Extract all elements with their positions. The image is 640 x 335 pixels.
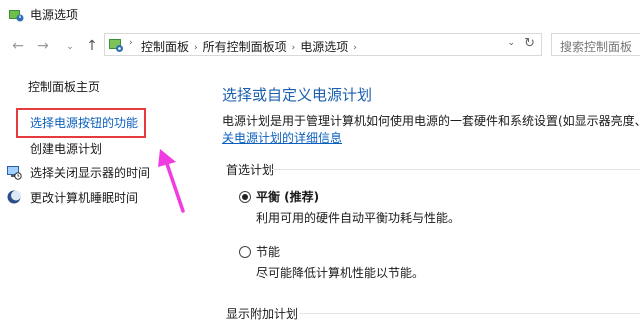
annotation-highlight-box (16, 108, 146, 138)
plan-description-power-saver: 尽可能降低计算机性能以节能。 (256, 266, 425, 280)
breadcrumb-separator[interactable]: › (194, 43, 198, 53)
plan-description-balanced: 利用可用的硬件自动平衡功耗与性能。 (256, 211, 461, 225)
section-divider (272, 169, 640, 170)
breadcrumb-separator[interactable]: › (129, 38, 133, 48)
power-options-icon (9, 10, 24, 22)
control-panel-icon (109, 39, 123, 52)
search-input[interactable]: 搜索控制面板 (551, 33, 640, 56)
back-arrow-icon[interactable]: ← (10, 38, 26, 54)
plan-radio-power-saver[interactable] (239, 246, 251, 258)
section-title-preferred-plans: 首选计划 (226, 163, 275, 177)
page-title: 选择或自定义电源计划 (222, 86, 373, 104)
forward-arrow-icon[interactable]: → (35, 38, 51, 54)
page-description: 电源计划是用于管理计算机如何使用电源的一套硬件和系统设置(如显示器亮度、 (222, 114, 640, 128)
radio-selected-dot (242, 194, 248, 200)
annotation-arrow-icon (158, 149, 185, 213)
breadcrumb-separator[interactable]: › (292, 43, 296, 53)
breadcrumb-all-items[interactable]: 所有控制面板项 (203, 40, 287, 54)
show-additional-plans[interactable]: 显示附加计划 (226, 305, 298, 322)
breadcrumb-power-options[interactable]: 电源选项 (300, 40, 348, 54)
title-bar: 电源选项 (0, 0, 640, 30)
breadcrumb-control-panel[interactable]: 控制面板 (141, 40, 189, 54)
address-dropdown-chevron-icon[interactable]: ⌄ (507, 38, 515, 48)
up-arrow-icon[interactable]: ↑ (84, 38, 100, 54)
window-title: 电源选项 (30, 8, 79, 22)
recent-locations-chevron-icon[interactable]: ⌄ (62, 39, 78, 55)
plan-radio-balanced[interactable] (239, 191, 251, 203)
plan-name-power-saver[interactable]: 节能 (256, 243, 280, 260)
sidebar-item-control-panel-home[interactable]: 控制面板主页 (28, 78, 100, 95)
refresh-icon[interactable]: ↻ (524, 36, 535, 51)
breadcrumb-separator[interactable]: › (353, 43, 357, 53)
section-divider (300, 313, 640, 314)
power-plan-details-link[interactable]: 关电源计划的详细信息 (222, 129, 342, 146)
plan-name-balanced[interactable]: 平衡 (推荐) (256, 188, 319, 205)
address-bar[interactable]: › 控制面板 › 所有控制面板项 › 电源选项 › ⌄ ↻ (104, 33, 542, 56)
breadcrumb: 控制面板 › 所有控制面板项 › 电源选项 › (141, 38, 362, 55)
